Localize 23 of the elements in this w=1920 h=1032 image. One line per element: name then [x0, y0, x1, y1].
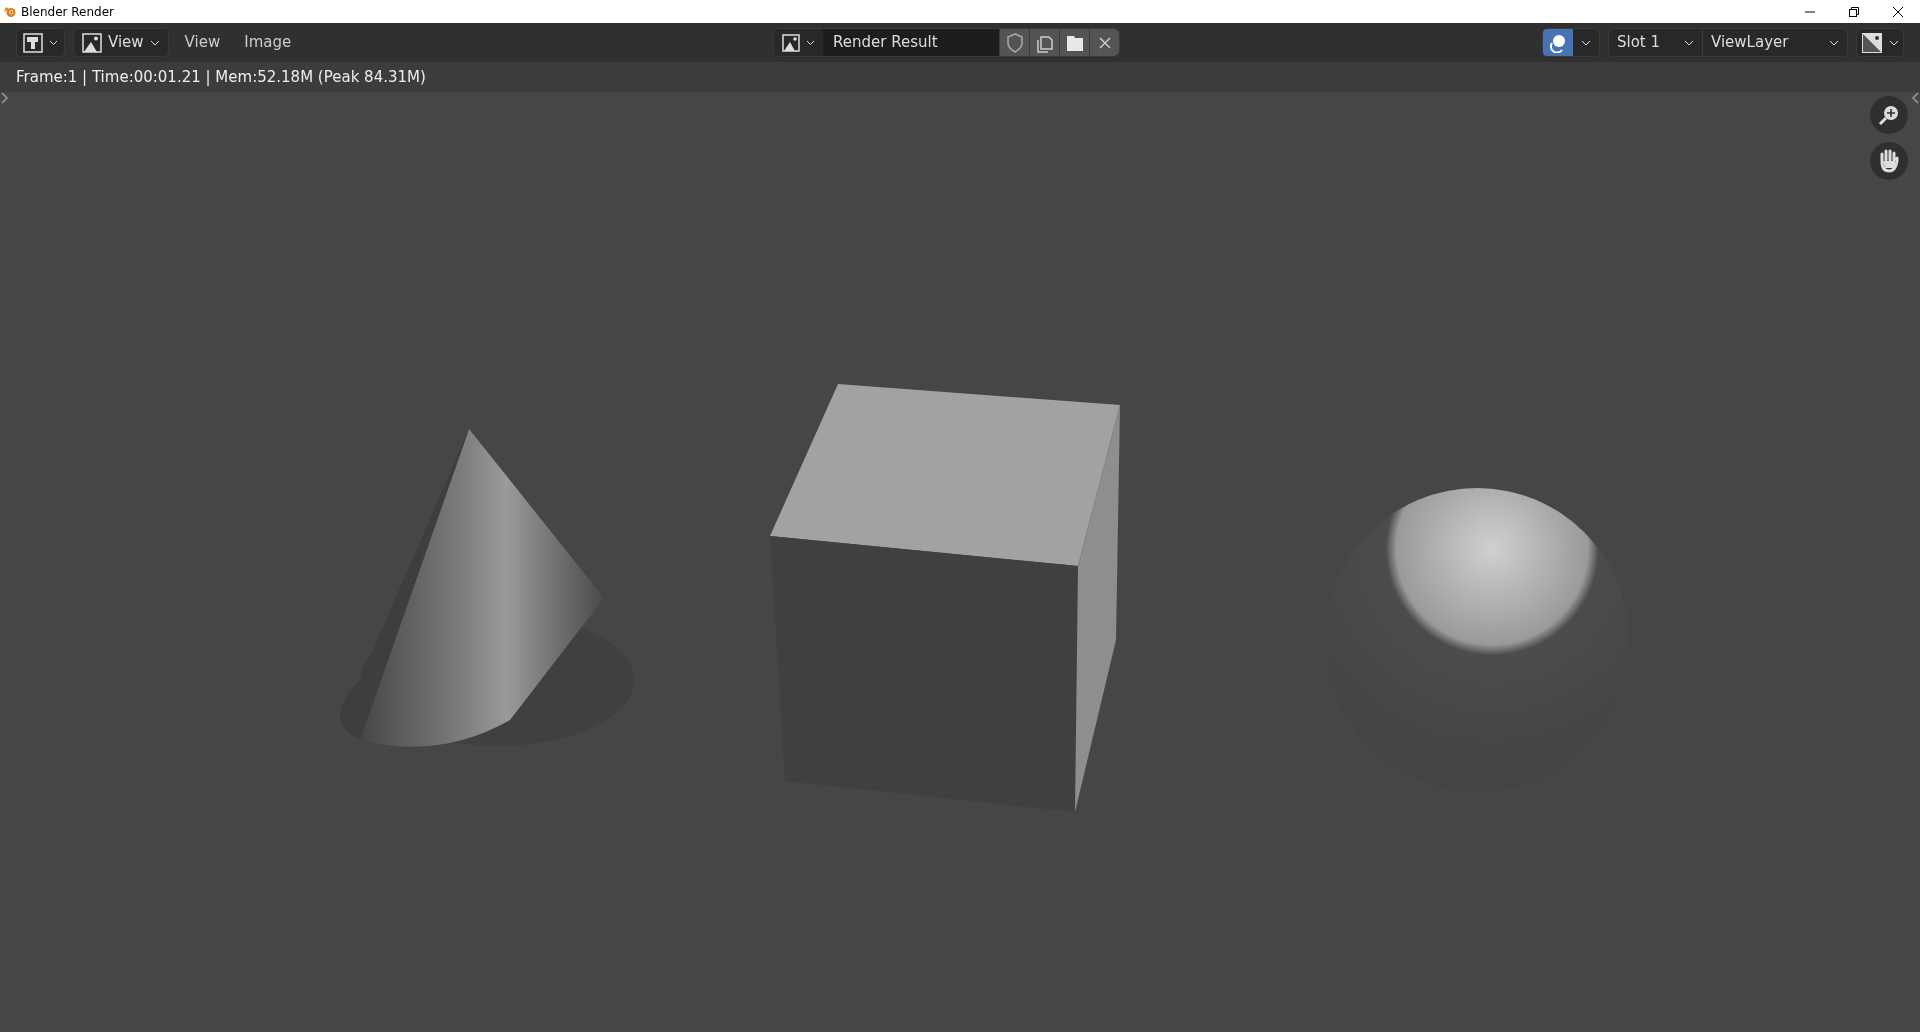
blender-logo-icon: [4, 5, 17, 18]
image-icon: [1861, 31, 1883, 54]
view-dropdown[interactable]: View: [74, 29, 168, 56]
view-layer-dropdown[interactable]: ViewLayer: [1703, 29, 1847, 56]
chevron-down-icon: [49, 39, 58, 46]
render-info-text: Frame:1 | Time:00:01.21 | Mem:52.18M (Peak 84.31M): [16, 66, 426, 88]
editor-type-icon: [23, 32, 43, 53]
chevron-down-icon: [1581, 39, 1591, 46]
window-title: Blender Render: [21, 3, 115, 21]
menu-item[interactable]: Image: [236, 31, 300, 54]
chevron-down-icon: [1684, 39, 1694, 46]
chevron-down-icon: [1889, 39, 1899, 46]
overlay-icon: [1548, 32, 1568, 53]
restore-icon: [1849, 6, 1859, 17]
chevron-down-icon: [1829, 39, 1839, 46]
close-icon: [1893, 6, 1903, 17]
hand-icon[interactable]: [1870, 142, 1908, 180]
slot-dropdown[interactable]: Slot 1: [1609, 29, 1703, 56]
overlay-toggle[interactable]: [1543, 29, 1573, 56]
image-icon: [82, 32, 102, 53]
menu-item[interactable]: View: [176, 31, 229, 54]
chevron-down-icon: [149, 39, 160, 46]
zoom-icon[interactable]: [1870, 96, 1908, 134]
